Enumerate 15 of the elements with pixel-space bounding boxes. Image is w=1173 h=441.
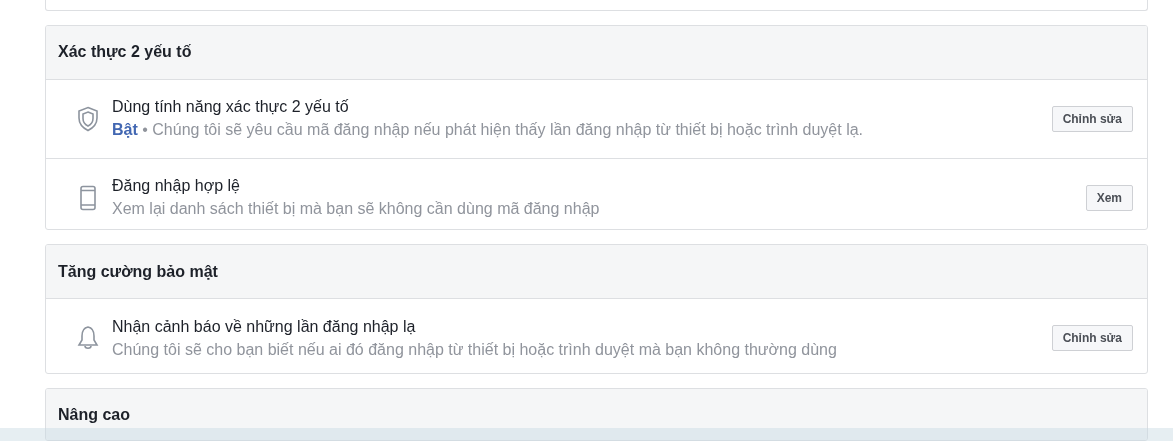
setting-title: Nhận cảnh báo về những lần đăng nhập lạ (112, 316, 417, 337)
section-title: Nâng cao (58, 406, 130, 425)
setting-description: Xem lại danh sách thiết bị mà bạn sẽ không cần dùng mã đăng nhập (112, 199, 601, 220)
bell-icon (77, 325, 99, 352)
setting-title: Dùng tính năng xác thực 2 yếu tố (112, 97, 350, 118)
section-title: Tăng cường bảo mật (58, 262, 218, 281)
phone-icon (79, 184, 97, 211)
action-button[interactable]: Chỉnh sửa (1051, 325, 1133, 352)
action-button[interactable]: Xem (1085, 184, 1133, 211)
setting-title: Đăng nhập hợp lệ (112, 176, 241, 197)
section-title: Xác thực 2 yếu tố (58, 43, 192, 62)
setting-description: Bật • Chúng tôi sẽ yêu cầu mã đăng nhập nếu phát hiện thấy lần đăng nhập từ thiết bị hoặc trình duyệt lạ. (112, 120, 865, 141)
setting-description: Chúng tôi sẽ cho bạn biết nếu ai đó đăng nhập từ thiết bị hoặc trình duyệt mà bạn không thường dùng (112, 339, 838, 360)
shield-icon (77, 105, 99, 132)
action-button[interactable]: Chỉnh sửa (1051, 105, 1133, 132)
